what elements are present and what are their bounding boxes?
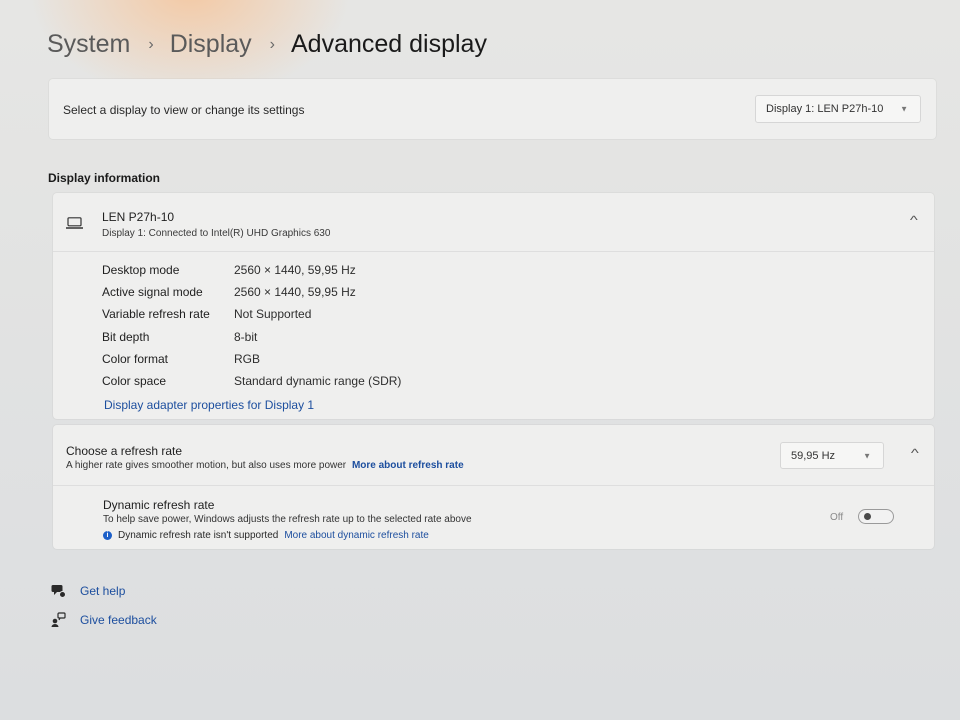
info-key: Variable refresh rate — [102, 307, 210, 322]
adapter-properties-link[interactable]: Display adapter properties for Display 1 — [104, 398, 314, 412]
help-icon — [51, 585, 66, 598]
dynamic-refresh-toggle-label: Off — [830, 512, 844, 523]
dynamic-refresh-note-text: Dynamic refresh rate isn't supported — [118, 530, 279, 541]
display-info-card: LEN P27h-10 Display 1: Connected to Inte… — [53, 193, 934, 419]
refresh-rate-description: A higher rate gives smoother motion, but… — [66, 460, 347, 471]
laptop-icon — [66, 217, 83, 229]
info-key: Color space — [102, 373, 167, 388]
info-key: Active signal mode — [102, 285, 203, 300]
info-icon: i — [103, 531, 112, 540]
dynamic-refresh-note: i Dynamic refresh rate isn't supported M… — [103, 530, 429, 541]
breadcrumb: System › Display › Advanced display — [47, 30, 487, 59]
chevron-up-icon[interactable]: ^ — [911, 446, 919, 460]
page-title: Advanced display — [291, 30, 487, 58]
refresh-rate-header: Choose a refresh rate A higher rate give… — [53, 425, 934, 486]
more-about-refresh-link[interactable]: More about refresh rate — [352, 460, 464, 471]
info-row: Variable refresh rate Not Supported — [102, 307, 401, 329]
more-about-dynamic-refresh-link[interactable]: More about dynamic refresh rate — [284, 530, 429, 541]
chevron-down-icon: ▼ — [900, 104, 908, 114]
get-help-link[interactable]: Get help — [80, 584, 125, 598]
info-key: Color format — [102, 351, 169, 366]
give-feedback-item[interactable]: Give feedback — [51, 612, 157, 627]
info-row: Bit depth 8-bit — [102, 330, 401, 352]
info-row: Desktop mode 2560 × 1440, 59,95 Hz — [102, 263, 401, 285]
info-value: RGB — [234, 351, 261, 366]
toggle-knob — [864, 513, 871, 520]
dynamic-refresh-toggle[interactable] — [858, 509, 894, 524]
info-row: Color space Standard dynamic range (SDR) — [102, 374, 401, 396]
breadcrumb-display[interactable]: Display — [170, 30, 252, 59]
refresh-rate-dropdown[interactable]: 59,95 Hz ▼ — [780, 442, 884, 469]
dynamic-refresh-subtitle: To help save power, Windows adjusts the … — [103, 514, 472, 525]
select-display-label: Select a display to view or change its s… — [63, 103, 305, 117]
give-feedback-link[interactable]: Give feedback — [80, 613, 157, 627]
refresh-rate-subtitle: A higher rate gives smoother motion, but… — [66, 460, 464, 471]
chevron-up-icon[interactable]: ^ — [910, 213, 918, 227]
info-row: Active signal mode 2560 × 1440, 59,95 Hz — [102, 285, 401, 307]
display-info-header[interactable]: LEN P27h-10 Display 1: Connected to Inte… — [53, 193, 934, 252]
breadcrumb-separator: › — [148, 35, 154, 53]
display-info-rows: Desktop mode 2560 × 1440, 59,95 Hz Activ… — [102, 263, 401, 396]
get-help-item[interactable]: Get help — [51, 583, 125, 598]
info-value: 2560 × 1440, 59,95 Hz — [234, 285, 356, 300]
info-key: Bit depth — [102, 329, 150, 344]
info-value: Standard dynamic range (SDR) — [234, 373, 402, 388]
select-display-card: Select a display to view or change its s… — [49, 79, 936, 139]
chevron-down-icon: ▼ — [863, 451, 871, 460]
breadcrumb-separator: › — [269, 35, 275, 53]
section-heading: Display information — [48, 171, 161, 185]
refresh-rate-card: Choose a refresh rate A higher rate give… — [53, 425, 934, 549]
display-dropdown[interactable]: Display 1: LEN P27h-10 ▼ — [755, 95, 921, 123]
info-value: 8-bit — [234, 329, 258, 344]
refresh-rate-title: Choose a refresh rate — [66, 444, 183, 458]
refresh-rate-value: 59,95 Hz — [791, 449, 836, 462]
info-key: Desktop mode — [102, 263, 180, 277]
feedback-icon — [51, 612, 66, 627]
info-row: Color format RGB — [102, 352, 401, 374]
info-value: Not Supported — [234, 307, 312, 322]
device-connection: Display 1: Connected to Intel(R) UHD Gra… — [102, 228, 331, 239]
display-dropdown-value: Display 1: LEN P27h-10 — [766, 103, 884, 115]
breadcrumb-system[interactable]: System — [47, 30, 130, 59]
info-value: 2560 × 1440, 59,95 Hz — [234, 263, 356, 277]
device-name: LEN P27h-10 — [102, 210, 175, 224]
dynamic-refresh-title: Dynamic refresh rate — [103, 498, 215, 512]
